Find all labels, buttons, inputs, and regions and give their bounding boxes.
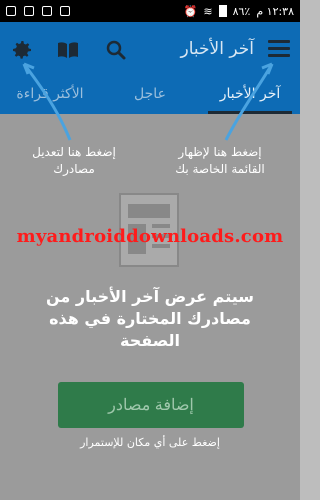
arrow-to-menu-icon [224,63,274,141]
arrow-to-settings-icon [22,63,72,141]
add-sources-button[interactable]: إضافة مصادر [58,382,244,428]
settings-hint-text: إضغط هنا لتعديل مصادرك [32,145,116,176]
watermark-text: myandroiddownloads.com [16,226,284,247]
menu-hint-text: إضغط هنا لإظهار القائمة الخاصة بك [175,145,265,176]
empty-state-message: سيتم عرض آخر الأخبار من مصادرك المختارة … [46,287,254,350]
continue-hint: إضغط على أي مكان للإستمرار [80,436,220,449]
